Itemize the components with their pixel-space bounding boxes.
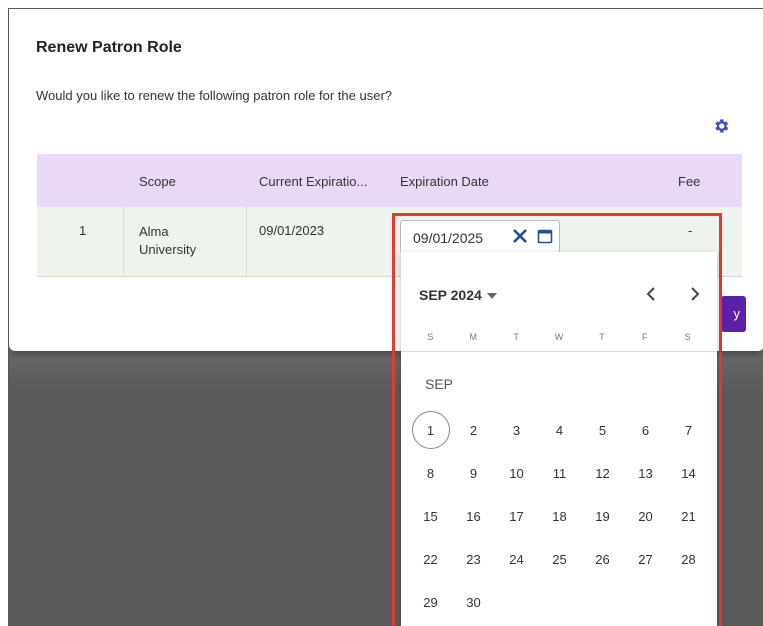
calendar-day[interactable]: 20 [624, 495, 667, 538]
dialog-subtitle: Would you like to renew the following pa… [36, 88, 393, 103]
expiration-date-input[interactable]: 09/01/2025 [400, 220, 560, 252]
month-year-selector[interactable]: SEP 2024 [419, 287, 482, 303]
weekday-label: F [641, 332, 648, 342]
weekday-label: S [684, 332, 691, 342]
close-icon[interactable] [511, 227, 529, 245]
calendar-day[interactable]: 17 [495, 495, 538, 538]
header-current-expiration[interactable]: Current Expiratio... [259, 174, 367, 189]
weekday-header: S M T W T F S [409, 332, 709, 342]
calendar-week: 22 23 24 25 26 27 28 [409, 538, 713, 581]
weekday-label: S [427, 332, 434, 342]
row-number: 1 [79, 223, 87, 238]
weekday-label: T [599, 332, 605, 342]
header-expiration-date[interactable]: Expiration Date [400, 174, 489, 189]
calendar-day[interactable]: 26 [581, 538, 624, 581]
calendar-day[interactable]: 4 [538, 409, 581, 452]
calendar-day[interactable]: 23 [452, 538, 495, 581]
calendar-day[interactable]: 2 [452, 409, 495, 452]
apply-button[interactable]: y [721, 296, 746, 332]
calendar-day[interactable]: 28 [667, 538, 710, 581]
column-divider [246, 207, 247, 277]
calendar-day[interactable]: 21 [667, 495, 710, 538]
calendar-day[interactable]: 11 [538, 452, 581, 495]
weekday-label: W [554, 332, 564, 342]
calendar-day[interactable]: 18 [538, 495, 581, 538]
calendar-day[interactable]: 30 [452, 581, 495, 624]
table-header: Scope Current Expiratio... Expiration Da… [37, 154, 742, 207]
calendar-week: 15 16 17 18 19 20 21 [409, 495, 713, 538]
calendar-day[interactable]: 13 [624, 452, 667, 495]
calendar-icon[interactable] [537, 228, 553, 244]
dialog-title: Renew Patron Role [36, 39, 182, 56]
column-divider [123, 207, 124, 277]
calendar-day[interactable]: 6 [624, 409, 667, 452]
calendar-week: 1 2 3 4 5 6 7 [409, 409, 713, 452]
calendar-day[interactable]: 1 [409, 409, 452, 452]
row-current-expiration: 09/01/2023 [259, 223, 325, 238]
calendar-day[interactable]: 27 [624, 538, 667, 581]
calendar-day[interactable]: 29 [409, 581, 452, 624]
calendar-day[interactable]: 9 [452, 452, 495, 495]
calendar-day[interactable]: 10 [495, 452, 538, 495]
calendar-week: 29 30 [409, 581, 713, 624]
calendar-day[interactable]: 22 [409, 538, 452, 581]
calendar-day[interactable]: 3 [495, 409, 538, 452]
calendar-day[interactable]: 15 [409, 495, 452, 538]
header-fee[interactable]: Fee [678, 174, 700, 189]
month-section-label: SEP [425, 376, 454, 392]
weekday-label: M [469, 332, 478, 342]
calendar-day[interactable]: 8 [409, 452, 452, 495]
row-scope: Alma University [139, 224, 197, 257]
calendar-day[interactable]: 16 [452, 495, 495, 538]
calendar-day[interactable]: 24 [495, 538, 538, 581]
chevron-right-icon[interactable] [683, 283, 705, 305]
calendar-grid: 1 2 3 4 5 6 7 8 9 10 11 12 13 14 15 16 1… [409, 409, 713, 624]
date-input-value[interactable]: 09/01/2025 [413, 230, 483, 246]
calendar-day[interactable]: 19 [581, 495, 624, 538]
calendar-day[interactable]: 14 [667, 452, 710, 495]
calendar-day[interactable]: 5 [581, 409, 624, 452]
calendar-day[interactable]: 25 [538, 538, 581, 581]
calendar-day[interactable]: 7 [667, 409, 710, 452]
gear-icon[interactable] [712, 117, 730, 135]
weekday-label: T [513, 332, 519, 342]
header-scope[interactable]: Scope [139, 174, 176, 189]
calendar-day[interactable]: 12 [581, 452, 624, 495]
calendar-header: SEP 2024 S M T W T F S [401, 252, 717, 352]
calendar-week: 8 9 10 11 12 13 14 [409, 452, 713, 495]
date-picker: SEP 2024 S M T W T F S SEP 1 2 3 4 5 6 7 [401, 252, 717, 626]
chevron-left-icon[interactable] [641, 283, 663, 305]
caret-down-icon[interactable] [487, 293, 497, 299]
